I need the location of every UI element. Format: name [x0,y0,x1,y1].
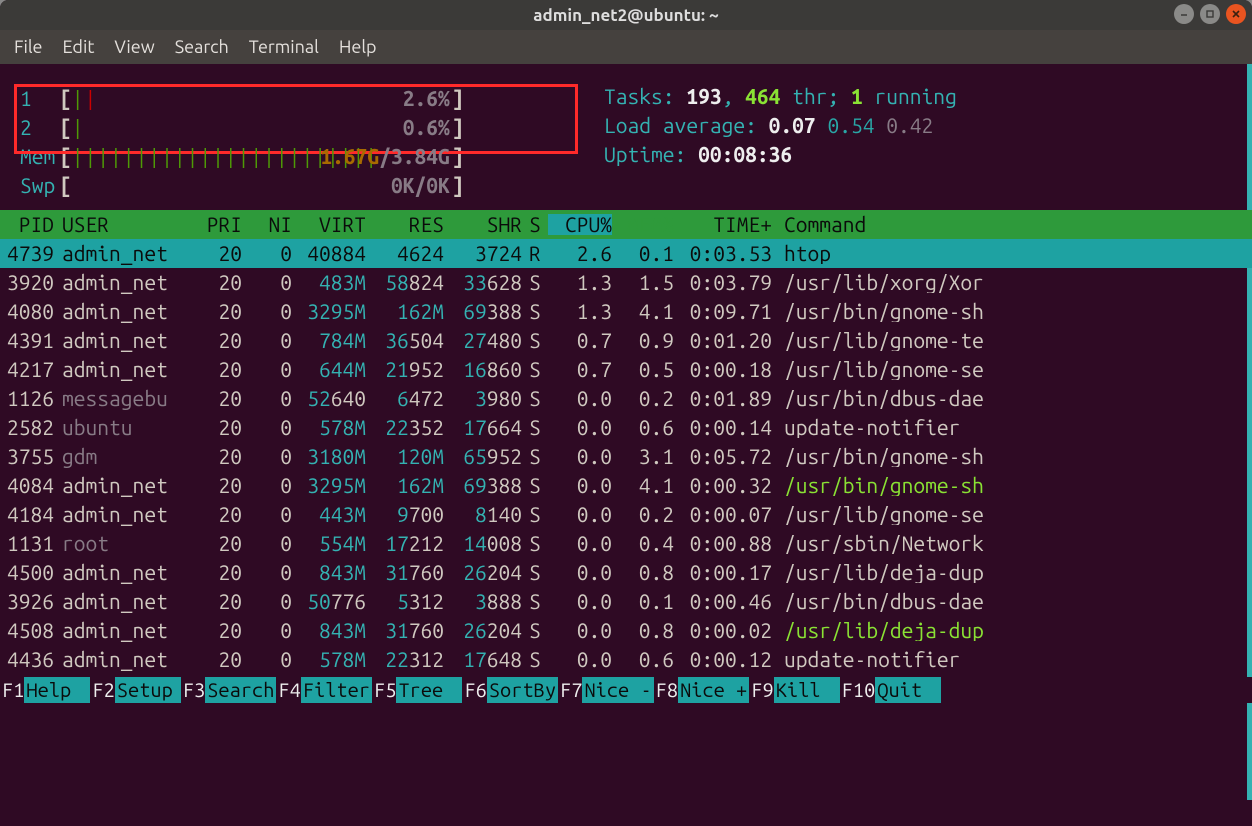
thr-count: 464 [745,84,780,108]
col-shr[interactable]: SHR [444,214,522,235]
col-mem[interactable]: MEM% [612,214,674,235]
fkey-f5[interactable]: F5Tree [372,677,462,703]
fkey-f10[interactable]: F10Quit [840,677,942,703]
tasks-count: 193 [686,84,721,108]
menu-file[interactable]: File [14,38,43,56]
close-button[interactable] [1226,4,1246,24]
menu-view[interactable]: View [114,38,154,56]
swp-label: Swp [20,175,60,196]
menu-help[interactable]: Help [339,38,377,56]
terminal-body[interactable]: 1 [ || 2.6% ] 2 [ | 0.6% ] Mem [0,64,1252,703]
col-time[interactable]: TIME+ [674,214,784,235]
menu-search[interactable]: Search [175,38,229,56]
fkey-f9[interactable]: F9Kill [749,677,839,703]
maximize-icon [1205,9,1215,19]
menu-bar: File Edit View Search Terminal Help [0,30,1252,64]
swp-text: 0K/0K [391,175,450,196]
maximize-button[interactable] [1200,4,1220,24]
table-row[interactable]: 4084admin_net2003295M162M69388S0.04.10:0… [0,471,1252,500]
uptime: 00:08:36 [698,142,792,166]
table-row[interactable]: 3755gdm2003180M120M65952S0.03.10:05.72/u… [0,442,1252,471]
la3: 0.42 [886,113,933,137]
fkey-f6[interactable]: F6SortBy [462,677,558,703]
fkey-f2[interactable]: F2Setup [90,677,180,703]
table-row[interactable]: 1131root200554M1721214008S0.00.40:00.88/… [0,529,1252,558]
col-s[interactable]: S [522,214,548,235]
table-row[interactable]: 4184admin_net200443M97008140S0.00.20:00.… [0,500,1252,529]
table-row[interactable]: 4508admin_net200843M3176026204S0.00.80:0… [0,616,1252,645]
tasks-line: Tasks: 193, 464 thr; 1 running [604,86,957,115]
uptime-line: Uptime: 00:08:36 [604,144,957,173]
cpu1-pct: 2.6% [403,88,450,109]
mem-label: Mem [20,146,60,167]
swap-meter: Swp [ 0K/0K ] [0,171,1252,200]
minimize-icon [1179,9,1189,19]
fkey-f8[interactable]: F8Nice + [654,677,750,703]
la1: 0.07 [769,113,816,137]
table-header[interactable]: PID USER PRI NI VIRT RES SHR S CPU% MEM%… [0,210,1252,239]
col-cmd[interactable]: Command [784,214,1252,235]
menu-edit[interactable]: Edit [63,38,95,56]
process-rows: 4739admin_net2004088446243724R2.60.10:03… [0,239,1252,703]
fkey-f1[interactable]: F1Help [0,677,90,703]
cpu2-label: 2 [20,117,60,138]
load-line: Load average: 0.07 0.54 0.42 [604,115,957,144]
fkey-f4[interactable]: F4Filter [276,677,372,703]
htop-header: 1 [ || 2.6% ] 2 [ | 0.6% ] Mem [0,84,1252,210]
cpu1-label: 1 [20,88,60,109]
col-user[interactable]: USER [62,214,192,235]
col-cpu[interactable]: CPU% [548,214,612,235]
col-virt[interactable]: VIRT [292,214,366,235]
col-res[interactable]: RES [366,214,444,235]
running-count: 1 [851,84,863,108]
terminal-window: { "window": { "title": "admin_net2@ubunt… [0,0,1252,826]
table-row[interactable]: 4739admin_net2004088446243724R2.60.10:03… [0,239,1252,268]
mem-total: 3.84G [391,146,450,168]
table-row[interactable]: 2582ubuntu200578M2235217664S0.00.60:00.1… [0,413,1252,442]
table-row[interactable]: 4500admin_net200843M3176026204S0.00.80:0… [0,558,1252,587]
window-buttons [1174,4,1246,24]
mem-used: 1.67G [320,146,379,168]
fkey-f7[interactable]: F7Nice - [558,677,654,703]
window-title: admin_net2@ubuntu: ~ [533,7,718,24]
system-stats: Tasks: 193, 464 thr; 1 running Load aver… [604,86,957,173]
menu-terminal[interactable]: Terminal [249,38,319,56]
title-bar: admin_net2@ubuntu: ~ [0,0,1252,30]
process-table: PID USER PRI NI VIRT RES SHR S CPU% MEM%… [0,210,1252,703]
minimize-button[interactable] [1174,4,1194,24]
table-row[interactable]: 3926admin_net2005077653123888S0.00.10:00… [0,587,1252,616]
la2: 0.54 [827,113,874,137]
function-keys: F1HelpF2SetupF3SearchF4FilterF5TreeF6Sor… [0,677,1252,703]
col-pid[interactable]: PID [0,214,62,235]
col-pri[interactable]: PRI [192,214,242,235]
table-row[interactable]: 3920admin_net200483M5882433628S1.31.50:0… [0,268,1252,297]
cpu2-pct: 0.6% [403,117,450,138]
table-row[interactable]: 4217admin_net200644M2195216860S0.70.50:0… [0,355,1252,384]
table-row[interactable]: 1126messagebu2005264064723980S0.00.20:01… [0,384,1252,413]
table-row[interactable]: 4436admin_net200578M2231217648S0.00.60:0… [0,645,1252,674]
table-row[interactable]: 4080admin_net2003295M162M69388S1.34.10:0… [0,297,1252,326]
fkey-f3[interactable]: F3Search [181,677,277,703]
table-row[interactable]: 4391admin_net200784M3650427480S0.70.90:0… [0,326,1252,355]
col-ni[interactable]: NI [242,214,292,235]
close-icon [1231,9,1241,19]
